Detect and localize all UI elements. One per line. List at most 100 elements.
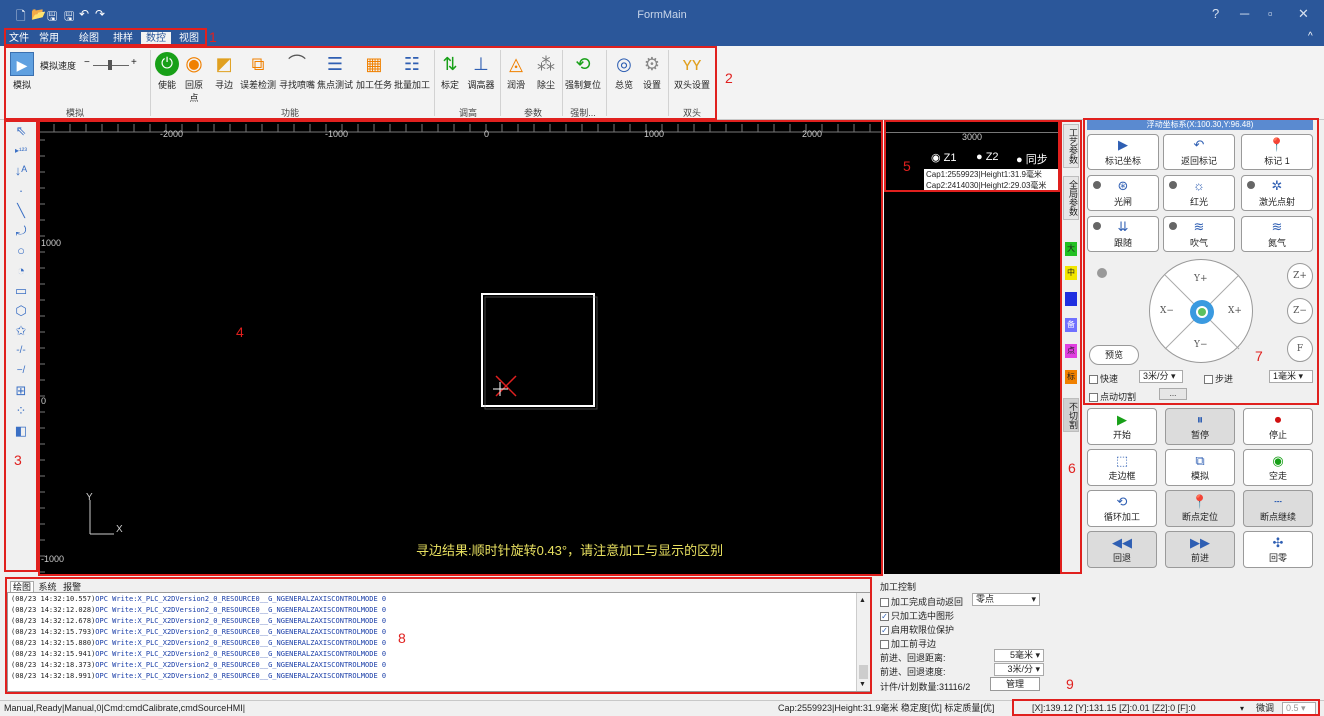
log-scrollbar[interactable]: ▲ ▼ [856,593,870,691]
fine-dropdown-icon[interactable]: ▾ [1240,701,1244,716]
explode-icon[interactable]: ⁘ [11,402,31,420]
array-icon[interactable]: ⊞ [11,382,31,400]
z-up-button[interactable]: Z+ [1287,263,1313,289]
auto-return-select[interactable]: 零点 ▾ [972,593,1040,606]
control-button[interactable]: ▶ 开始 [1087,408,1157,445]
tab-global-params[interactable]: 全局参数 [1063,176,1079,220]
close-button[interactable]: ✕ [1298,6,1309,22]
tab-icon[interactable]: ◧ [11,422,31,440]
layer-swatch[interactable]: 大 [1065,242,1077,256]
control-button[interactable]: ⬚ 走边框 [1087,449,1157,486]
jog-pad[interactable]: Y+ Y− X− X+ [1149,259,1253,363]
maximize-button[interactable]: ▫ [1268,6,1273,21]
dust-removal-button[interactable]: ⁂ 除尘 [533,52,559,91]
z2-radio[interactable]: ● Z2 [976,151,999,163]
polygon-icon[interactable]: ⬡ [11,302,31,320]
simulate-button[interactable]: ▶ 模拟 [8,52,36,91]
auto-return-checkbox[interactable]: 加工完成自动返回 [880,595,963,608]
step-distance-select[interactable]: 5毫米 ▾ [994,649,1044,662]
focus-test-button[interactable]: ☰ 焦点测试 [317,52,353,91]
layer-swatch[interactable] [1065,292,1077,306]
overview-button[interactable]: ◎ 总览 [611,52,637,91]
tab-nesting[interactable]: 排样 [110,32,136,46]
fast-checkbox[interactable]: 快速 [1089,372,1118,385]
speed-select[interactable]: 3米/分 ▾ [1139,370,1183,383]
force-reset-button[interactable]: ⟲ 强制复位 [565,52,601,91]
circle-icon[interactable]: ○ [11,242,31,260]
nitrogen-button[interactable]: ≋ 氮气 [1241,216,1313,252]
tab-craft-params[interactable]: 工艺参数 [1063,124,1079,168]
star-icon[interactable]: ✩ [11,322,31,340]
step-checkbox[interactable]: 步进 [1204,372,1233,385]
process-task-button[interactable]: ▦ 加工任务 [355,52,393,91]
error-detect-button[interactable]: ⧉ 误差检测 [240,52,276,91]
dual-head-button[interactable]: ʏʏ 双头设置 [672,52,712,91]
preview-button[interactable]: 预览 [1089,345,1139,365]
sort-icon[interactable]: ↓ᴬ [11,162,31,180]
collapse-ribbon-icon[interactable]: ^ [1308,31,1313,42]
tab-cnc[interactable]: 数控 [141,32,171,46]
lubricate-button[interactable]: ◬ 润滑 [504,52,528,91]
manage-button[interactable]: 管理 [990,677,1040,691]
layer-swatch[interactable]: 中 [1065,266,1077,280]
jog-cut-checkbox[interactable]: 点动切割 [1089,390,1136,403]
select-icon[interactable]: ⇖ [11,122,31,140]
control-button[interactable]: ┄ 断点继续 [1243,490,1313,527]
micro-joint-icon[interactable]: −/ [11,362,31,380]
control-button[interactable]: ✣ 回零 [1243,531,1313,568]
more-button[interactable]: ... [1159,388,1187,400]
step-select[interactable]: 1毫米 ▾ [1269,370,1313,383]
layer-swatch[interactable]: 点 [1065,344,1077,358]
help-button[interactable]: ? [1212,6,1219,21]
f-button[interactable]: F [1287,336,1313,362]
batch-process-button[interactable]: ☷ 批量加工 [393,52,431,91]
control-button[interactable]: ⟲ 循环加工 [1087,490,1157,527]
layer-swatch[interactable]: 标 [1065,370,1077,384]
step-speed-select[interactable]: 3米/分 ▾ [994,663,1044,676]
control-button[interactable]: ◉ 空走 [1243,449,1313,486]
soft-limit-checkbox[interactable]: ✓ 启用软限位保护 [880,623,954,636]
arc-icon[interactable]: ◔ [11,262,31,280]
return-mark-button[interactable]: ↶ 返回标记 [1163,134,1235,170]
point-icon[interactable]: · [11,182,31,200]
speed-plus[interactable]: + [131,57,137,68]
log-panel[interactable]: (08/23 14:32:10.557)OPC Write:X_PLC_X2DV… [7,592,871,692]
polyline-icon[interactable]: ⤾ [11,222,31,240]
z1-radio[interactable]: ◉ Z1 [931,151,957,164]
sync-radio[interactable]: ● 同步 [1016,151,1048,167]
scroll-thumb[interactable] [859,665,868,679]
rectangle-icon[interactable]: ▭ [11,282,31,300]
control-button[interactable]: ▶▶ 前进 [1165,531,1235,568]
calibrate-button[interactable]: ⇅ 标定 [438,52,462,91]
log-tab-system[interactable]: 系统 [37,582,59,592]
home-button[interactable]: ◉ 回原点 [181,52,207,104]
scroll-down-icon[interactable]: ▼ [859,681,866,688]
speed-minus[interactable]: − [84,57,90,68]
mark-coordinate-button[interactable]: ▶ 标记坐标 [1087,134,1159,170]
control-button[interactable]: ⏸ 暂停 [1165,408,1235,445]
layer-swatch[interactable]: 备 [1065,318,1077,332]
jog-x-plus[interactable]: X+ [1228,306,1242,316]
lead-in-icon[interactable]: -/- [11,342,31,360]
line-icon[interactable]: ╲ [11,202,31,220]
height-controller-button[interactable]: ⊥ 调高器 [465,52,497,91]
tab-view[interactable]: 视图 [176,32,202,46]
z-down-button[interactable]: Z− [1287,298,1313,324]
tab-common[interactable]: 常用 [36,32,62,46]
scroll-up-icon[interactable]: ▲ [859,597,866,604]
minimize-button[interactable]: ─ [1240,6,1249,21]
node-number-icon[interactable]: ▸¹²³ [11,142,31,160]
jog-y-plus[interactable]: Y+ [1194,274,1207,284]
tab-draw[interactable]: 绘图 [76,32,102,46]
control-button[interactable]: ◀◀ 回退 [1087,531,1157,568]
jog-y-minus[interactable]: Y− [1194,340,1207,350]
enable-button[interactable]: ⏻ 使能 [155,52,179,91]
settings-button[interactable]: ⚙ 设置 [639,52,665,91]
drawing-canvas[interactable]: -2000 -1000 0 1000 2000 1000 0 -1000 Y X… [38,120,881,574]
control-button[interactable]: ⧉ 模拟 [1165,449,1235,486]
control-button[interactable]: ⏺ 停止 [1243,408,1313,445]
fine-tune-select[interactable]: 0.5 ▾ [1282,702,1316,715]
tab-no-cut[interactable]: 不切割 [1063,398,1079,432]
edge-find-button[interactable]: ◩ 寻边 [211,52,237,91]
edge-before-checkbox[interactable]: 加工前寻边 [880,637,936,650]
